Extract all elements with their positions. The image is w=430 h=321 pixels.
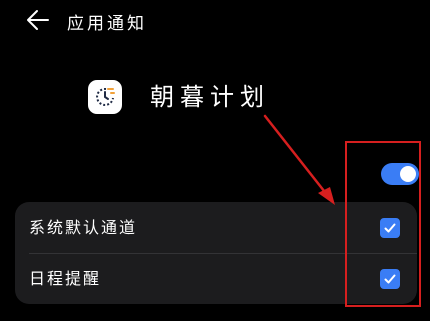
app-bar: 应用通知 [0, 0, 430, 40]
app-logo-icon [88, 80, 122, 114]
checkmark-icon [384, 274, 396, 284]
channel-row-schedule-reminder[interactable]: 日程提醒 [15, 253, 417, 304]
channel-label: 系统默认通道 [29, 218, 138, 237]
app-name: 朝暮计划 [150, 83, 270, 111]
page-title: 应用通知 [67, 14, 147, 34]
channel-checkbox[interactable] [380, 218, 400, 238]
allow-notifications-toggle[interactable] [381, 163, 419, 185]
notification-channels-card: 系统默认通道 日程提醒 [15, 202, 417, 304]
channel-row-system-default[interactable]: 系统默认通道 [15, 202, 417, 253]
checkmark-icon [384, 223, 396, 233]
back-button[interactable] [24, 8, 52, 32]
channel-checkbox[interactable] [380, 269, 400, 289]
channel-label: 日程提醒 [29, 269, 102, 288]
arrow-left-icon [27, 10, 49, 30]
toggle-knob [400, 166, 416, 182]
